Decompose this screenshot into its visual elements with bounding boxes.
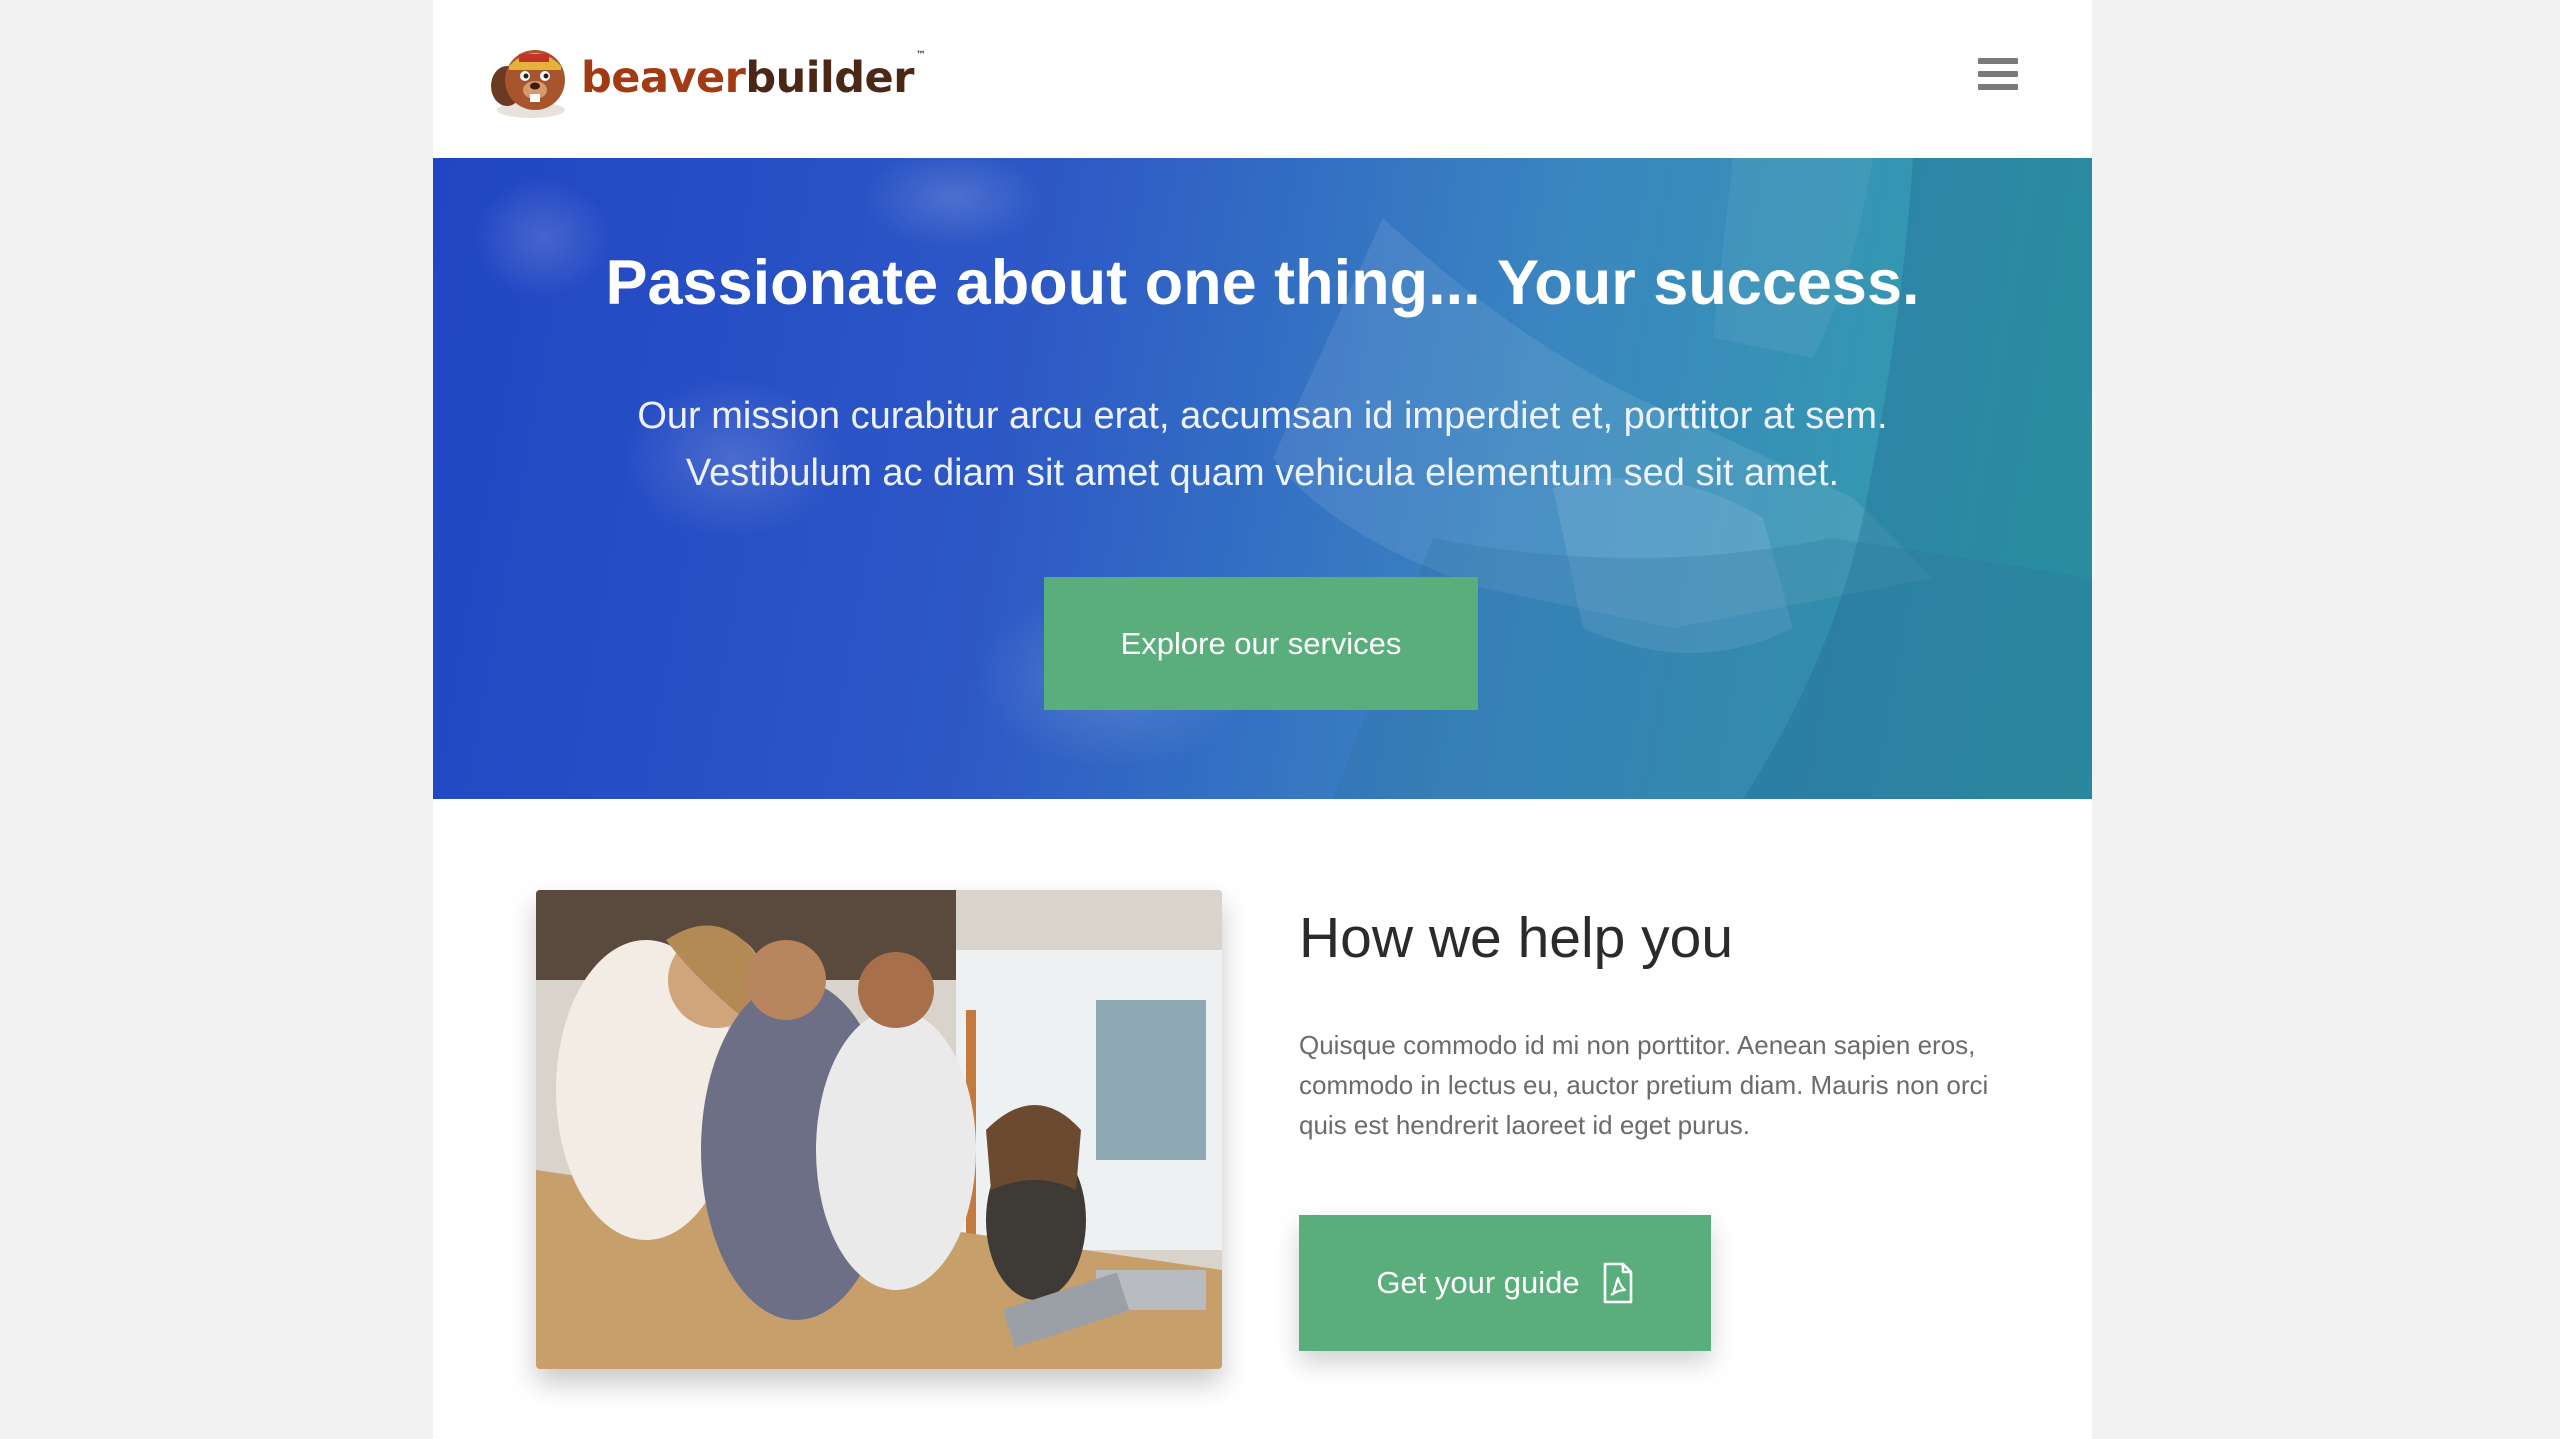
page: beaverbuilder ™ Passionate about one thin <box>433 0 2092 1439</box>
hero-section: Passionate about one thing... Your succe… <box>433 158 2092 799</box>
help-section-title: How we help you <box>1299 906 1734 970</box>
hero-text: Our mission curabitur arcu erat, accumsa… <box>433 388 2092 502</box>
logo-trademark: ™ <box>915 49 926 61</box>
beaver-mascot-icon <box>491 50 565 118</box>
logo-wordmark: beaverbuilder ™ <box>581 50 926 100</box>
explore-services-button[interactable]: Explore our services <box>1044 577 1478 710</box>
hero-text-line-2: Vestibulum ac diam sit amet quam vehicul… <box>685 452 1840 494</box>
get-guide-button-label: Get your guide <box>1376 1265 1580 1300</box>
get-guide-button[interactable]: Get your guide <box>1299 1215 1711 1351</box>
file-pdf-icon <box>1603 1262 1632 1304</box>
hamburger-menu-icon[interactable] <box>1978 58 2018 96</box>
beaver-builder-logo[interactable]: beaverbuilder ™ <box>485 36 926 120</box>
hero-title: Passionate about one thing... Your succe… <box>605 248 1920 318</box>
logo-text-beaver: beaver <box>581 52 746 103</box>
site-header: beaverbuilder ™ <box>433 0 2092 158</box>
team-meeting-photo <box>536 890 1222 1369</box>
logo-text-builder: builder <box>745 52 914 103</box>
help-section-text: Quisque commodo id mi non porttitor. Aen… <box>1299 1030 1989 1140</box>
hero-text-line-1: Our mission curabitur arcu erat, accumsa… <box>637 395 1888 437</box>
